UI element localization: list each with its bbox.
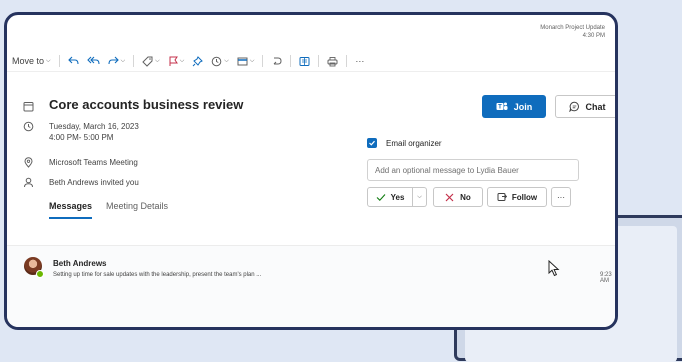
more-options-button[interactable]: ··· — [355, 56, 364, 66]
event-tabs: Messages Meeting Details — [49, 201, 182, 219]
email-organizer-checkbox[interactable] — [367, 138, 377, 148]
checkmark-icon — [376, 193, 386, 201]
accept-label: Yes — [390, 192, 405, 202]
rules-button[interactable]: ⌵ — [237, 56, 255, 67]
event-subject: Core accounts business review — [49, 97, 244, 112]
close-icon — [445, 193, 454, 201]
forward-button[interactable]: ⌵ — [108, 56, 126, 66]
event-datetime: Tuesday, March 16, 2023 4:00 PM- 5:00 PM — [49, 121, 139, 143]
chevron-down-icon: ⌵ — [120, 57, 126, 64]
immersive-reader-button[interactable] — [299, 56, 310, 67]
move-to-button[interactable]: Move to ⌵ — [12, 56, 51, 66]
tag-button[interactable]: ⌵ — [142, 56, 160, 67]
tab-messages[interactable]: Messages — [49, 201, 93, 219]
email-organizer-row[interactable]: Email organizer — [367, 138, 442, 148]
event-time: 4:00 PM- 5:00 PM — [49, 133, 114, 142]
follow-button[interactable]: Follow — [487, 187, 547, 207]
message-preview[interactable]: Setting up time for sale updates with th… — [53, 272, 261, 278]
check-icon — [369, 140, 375, 146]
accept-options-button[interactable]: ⌵ — [413, 187, 427, 207]
event-location: Microsoft Teams Meeting — [49, 158, 138, 167]
flag-icon — [169, 56, 178, 66]
rules-icon — [237, 57, 248, 65]
snooze-button[interactable]: ⌵ — [211, 56, 229, 67]
event-organizer: Beth Andrews invited you — [49, 178, 139, 187]
toolbar-divider — [318, 55, 320, 67]
print-icon — [327, 56, 338, 66]
toolbar-divider — [58, 55, 60, 67]
clock-icon — [21, 121, 35, 132]
optional-message-input[interactable] — [367, 159, 579, 181]
toolbar-divider — [133, 55, 135, 67]
chevron-down-icon: ⌵ — [249, 57, 255, 64]
top-info-time: 4:30 PM — [582, 33, 605, 39]
teams-icon: T — [496, 102, 508, 111]
rsvp-more-button[interactable]: ··· — [551, 187, 571, 207]
decline-button[interactable]: No — [433, 187, 483, 207]
follow-label: Follow — [511, 192, 538, 202]
top-info: Monarch Project Update 4:30 PM — [540, 24, 605, 40]
message-time: 9:23 AM — [600, 272, 612, 284]
event-window: Monarch Project Update 4:30 PM Move to ⌵… — [4, 12, 618, 330]
more-icon: ··· — [355, 56, 365, 66]
follow-icon — [497, 193, 507, 201]
undo-button[interactable] — [271, 56, 282, 67]
presence-available-icon — [36, 270, 44, 278]
more-icon: ··· — [557, 192, 565, 202]
accept-button[interactable]: Yes — [367, 187, 413, 207]
clock-icon — [211, 56, 222, 66]
calendar-icon — [21, 101, 35, 112]
chevron-down-icon: ⌵ — [46, 57, 51, 64]
tag-icon — [142, 56, 153, 67]
chat-button[interactable]: Chat — [555, 95, 615, 118]
print-button[interactable] — [327, 56, 338, 67]
event-date: Tuesday, March 16, 2023 — [49, 122, 139, 131]
reply-icon — [67, 56, 79, 65]
email-organizer-label: Email organizer — [386, 138, 442, 148]
toolbar-divider — [346, 55, 348, 67]
reply-button[interactable] — [67, 56, 79, 66]
forward-icon — [108, 56, 119, 65]
chevron-down-icon: ⌵ — [179, 57, 185, 64]
chevron-down-icon: ⌵ — [224, 57, 229, 64]
join-button[interactable]: T Join — [482, 95, 546, 118]
reader-icon — [299, 56, 310, 66]
move-to-label: Move to — [12, 56, 45, 66]
join-label: Join — [513, 101, 533, 112]
mouse-pointer-icon — [548, 260, 560, 277]
flag-button[interactable]: ⌵ — [168, 56, 185, 67]
person-icon — [21, 177, 35, 188]
chat-icon — [568, 101, 579, 112]
reply-all-button[interactable] — [86, 56, 100, 66]
pin-button[interactable] — [192, 55, 204, 67]
toolbar-divider — [262, 55, 264, 67]
decline-label: No — [460, 192, 471, 202]
location-icon — [21, 157, 35, 168]
top-info-title: Monarch Project Update — [540, 25, 605, 31]
svg-text:T: T — [498, 105, 502, 111]
reply-all-icon — [86, 56, 100, 65]
tab-meeting-details[interactable]: Meeting Details — [106, 201, 168, 219]
message-sender[interactable]: Beth Andrews — [53, 259, 107, 268]
chevron-down-icon: ⌵ — [417, 193, 422, 200]
chevron-down-icon: ⌵ — [155, 57, 160, 64]
toolbar-divider — [290, 55, 292, 67]
pin-icon — [192, 55, 204, 66]
chat-label: Chat — [585, 101, 606, 112]
toolbar: Move to ⌵ ⌵ ⌵ ⌵ ⌵ ⌵ ··· — [7, 51, 615, 72]
undo-icon — [274, 57, 282, 64]
